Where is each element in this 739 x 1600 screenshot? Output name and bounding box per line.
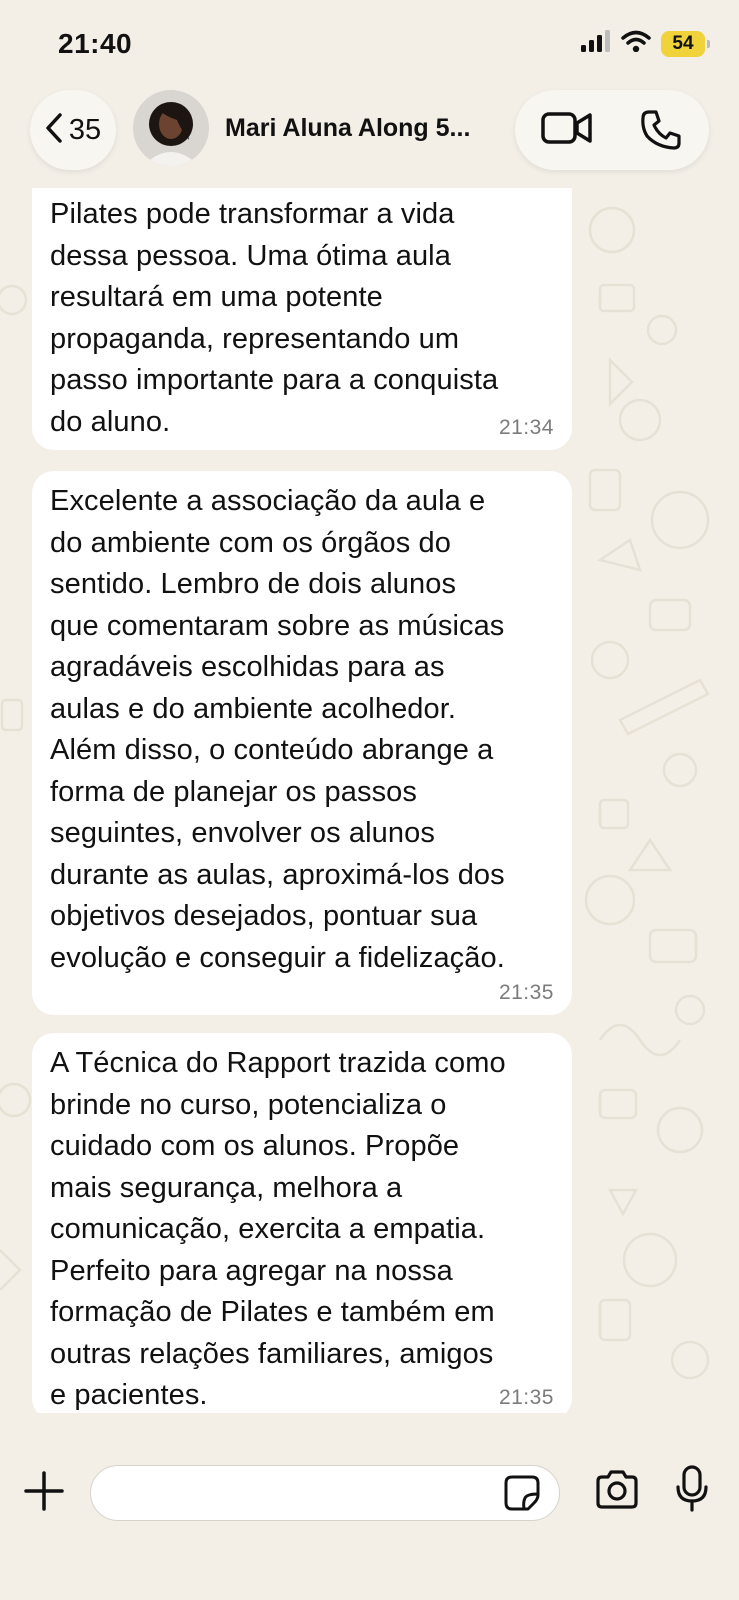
wifi-icon [621, 30, 651, 57]
avatar[interactable] [133, 90, 209, 166]
sticker-icon[interactable] [503, 1474, 541, 1512]
message-text: A Técnica do Rapport trazida como brinde… [50, 1047, 506, 1411]
status-icons: 54 [581, 30, 710, 57]
status-time: 21:40 [58, 28, 133, 59]
message-bubble[interactable]: A Técnica do Rapport trazida como brinde… [32, 1033, 572, 1413]
call-actions [515, 90, 709, 170]
message-bubble[interactable]: Excelente a associação da aula e do ambi… [32, 471, 572, 1015]
chat-header: 35 Mari Aluna Along 5... [0, 88, 739, 174]
back-button[interactable]: 35 [30, 90, 116, 170]
status-bar: 21:40 54 [0, 0, 739, 90]
microphone-icon[interactable] [674, 1465, 710, 1513]
contact-name[interactable]: Mari Aluna Along 5... [225, 114, 470, 143]
chevron-left-icon [45, 112, 63, 149]
message-bubble[interactable]: Pilates pode transformar a vida dessa pe… [32, 188, 572, 450]
message-input[interactable] [90, 1465, 560, 1521]
plus-icon[interactable] [24, 1471, 64, 1511]
phone-icon[interactable] [639, 108, 683, 157]
message-text: Pilates pode transformar a vida dessa pe… [50, 198, 499, 438]
camera-icon[interactable] [594, 1469, 640, 1511]
video-camera-icon[interactable] [541, 108, 593, 153]
message-time: 21:35 [498, 1386, 554, 1409]
input-bar [0, 1413, 739, 1600]
battery-indicator: 54 [661, 30, 710, 57]
message-time: 21:35 [498, 981, 554, 1004]
message-list: Pilates pode transformar a vida dessa pe… [0, 188, 739, 1413]
cellular-signal-icon [581, 30, 611, 57]
message-text: Excelente a associação da aula e do ambi… [50, 485, 505, 974]
unread-count: 35 [68, 113, 102, 146]
message-time: 21:34 [498, 416, 554, 439]
